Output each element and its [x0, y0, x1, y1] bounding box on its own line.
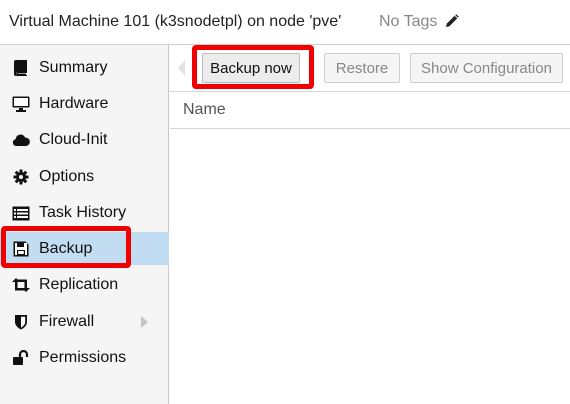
- column-header-name[interactable]: Name: [183, 101, 226, 119]
- cloud-icon: [12, 132, 30, 148]
- sidebar-item-options[interactable]: Options: [0, 160, 169, 193]
- title-bar: Virtual Machine 101 (k3snodetpl) on node…: [0, 0, 570, 45]
- grid-body: [170, 129, 570, 404]
- sidebar-item-label: Backup: [39, 239, 93, 257]
- unlock-icon: [12, 350, 30, 366]
- scroll-left-icon[interactable]: [178, 60, 185, 76]
- sidebar: Summary Hardware Cloud-Init Options Task…: [0, 45, 169, 404]
- sidebar-item-task-history[interactable]: Task History: [0, 196, 169, 229]
- toolbar: Backup now Restore Show Configuration: [170, 45, 570, 92]
- shield-icon: [12, 314, 30, 330]
- page-title: Virtual Machine 101 (k3snodetpl) on node…: [9, 13, 342, 30]
- desktop-icon: [12, 96, 30, 112]
- restore-button[interactable]: Restore: [324, 53, 400, 83]
- sidebar-item-firewall[interactable]: Firewall: [0, 305, 169, 338]
- floppy-disk-icon: [12, 241, 30, 257]
- sidebar-item-hardware[interactable]: Hardware: [0, 87, 169, 120]
- gear-icon: [12, 169, 30, 185]
- pencil-icon[interactable]: [445, 14, 459, 33]
- grid-header: Name: [170, 92, 570, 129]
- expand-arrow-icon[interactable]: [141, 316, 148, 328]
- show-configuration-button[interactable]: Show Configuration: [410, 53, 563, 83]
- tags-area[interactable]: No Tags: [379, 13, 459, 33]
- list-icon: [12, 205, 30, 221]
- sidebar-item-label: Permissions: [39, 348, 127, 366]
- retweet-icon: [12, 277, 30, 293]
- sidebar-item-label: Firewall: [39, 312, 95, 330]
- sidebar-item-label: Summary: [39, 58, 108, 76]
- sidebar-item-label: Hardware: [39, 94, 109, 112]
- sidebar-item-label: Task History: [39, 203, 127, 221]
- sidebar-item-label: Replication: [39, 275, 119, 293]
- sidebar-item-permissions[interactable]: Permissions: [0, 341, 169, 374]
- sidebar-item-summary[interactable]: Summary: [0, 51, 169, 84]
- backup-now-button[interactable]: Backup now: [202, 53, 300, 83]
- sidebar-item-cloud-init[interactable]: Cloud-Init: [0, 123, 169, 156]
- tags-label: No Tags: [379, 13, 438, 30]
- sidebar-item-backup[interactable]: Backup: [0, 232, 169, 265]
- sidebar-item-label: Cloud-Init: [39, 130, 108, 148]
- sidebar-item-label: Options: [39, 167, 95, 185]
- sidebar-item-replication[interactable]: Replication: [0, 268, 169, 301]
- book-icon: [12, 60, 30, 76]
